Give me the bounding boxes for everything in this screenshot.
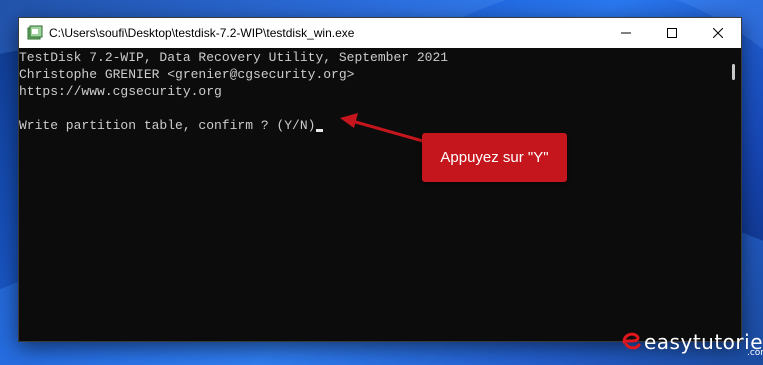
watermark-logo: easytutoriel .com bbox=[620, 328, 763, 358]
annotation-label: Appuyez sur "Y" bbox=[440, 149, 549, 166]
confirm-prompt: Write partition table, confirm ? (Y/N) bbox=[19, 118, 316, 133]
minimize-icon bbox=[621, 32, 631, 34]
maximize-icon bbox=[667, 28, 677, 38]
close-button[interactable] bbox=[695, 18, 741, 48]
console-line: https://www.cgsecurity.org bbox=[19, 84, 222, 99]
scrollbar-thumb[interactable] bbox=[732, 64, 735, 80]
prompt-line: Write partition table, confirm ? (Y/N) bbox=[19, 117, 741, 134]
text-cursor bbox=[316, 129, 324, 132]
console-window: C:\Users\soufi\Desktop\testdisk-7.2-WIP\… bbox=[18, 17, 742, 342]
window-controls bbox=[603, 18, 741, 48]
maximize-button[interactable] bbox=[649, 18, 695, 48]
console-app-icon bbox=[27, 25, 43, 41]
window-title: C:\Users\soufi\Desktop\testdisk-7.2-WIP\… bbox=[49, 26, 355, 40]
console-line: Christophe GRENIER <grenier@cgsecurity.o… bbox=[19, 67, 355, 82]
easytutoriel-logo-icon bbox=[622, 332, 641, 350]
console-output[interactable]: TestDisk 7.2-WIP, Data Recovery Utility,… bbox=[19, 48, 741, 341]
watermark-name: easytutoriel bbox=[644, 330, 763, 354]
minimize-button[interactable] bbox=[603, 18, 649, 48]
watermark-suffix: .com bbox=[746, 348, 763, 358]
annotation-callout: Appuyez sur "Y" bbox=[422, 133, 567, 182]
console-line: TestDisk 7.2-WIP, Data Recovery Utility,… bbox=[19, 50, 449, 65]
close-icon bbox=[713, 28, 723, 38]
title-bar[interactable]: C:\Users\soufi\Desktop\testdisk-7.2-WIP\… bbox=[19, 18, 741, 48]
